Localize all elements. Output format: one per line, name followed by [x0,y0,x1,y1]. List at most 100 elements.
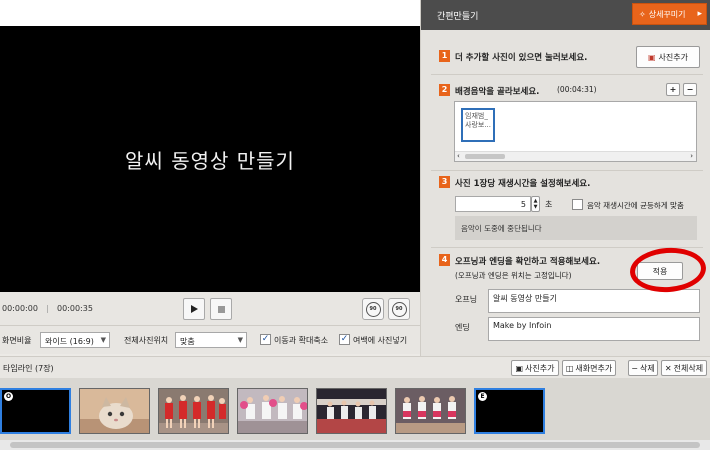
kitten-photo [80,389,149,433]
panel-header: 간편만들기 ✧ 상세꾸미기 ▸ [421,0,710,30]
seconds-unit: 초 [545,200,553,209]
position-select[interactable]: 맞춤 ▼ [175,332,247,348]
cheerleaders-photo [238,389,307,433]
delete-label: 삭제 [639,363,655,373]
aspect-label: 화면비율 [2,336,32,345]
step2-number: 2 [439,84,450,96]
timeline-label: 타임라인 (7장) [3,364,54,373]
seconds-stepper[interactable]: ▲ ▼ [531,196,540,212]
step4-text: 오프닝과 엔딩을 확인하고 적용해보세요. [455,257,601,267]
rotate-right-button[interactable]: 90 [388,298,410,320]
music-list[interactable]: 임재범_사랑보... ‹ › [454,101,697,162]
rotate-left-icon: 90 [365,301,381,317]
playback-bar: 00:00:00 | 00:00:35 90 90 [0,292,420,326]
time-separator: | [46,304,49,313]
music-notice: 음악이 도중에 중단됩니다 [455,216,697,240]
delete-button[interactable]: − 삭제 [628,360,658,376]
timeline-thumb-cheer-court[interactable] [395,388,466,434]
stage-photo [317,389,386,433]
timeline-thumb-ending[interactable]: E [474,388,545,434]
total-time: 00:00:35 [57,304,93,313]
timeline-thumb-cheer-red[interactable] [158,388,229,434]
add-photo-icon: ▣ [647,52,656,62]
opening-input[interactable]: 알씨 동영상 만들기 [488,289,700,313]
step1-add-photo-label: 사진추가 [658,52,688,62]
music-scroll-thumb[interactable] [465,154,505,159]
ending-label: 엔딩 [455,323,470,332]
position-value: 맞춤 [180,337,195,346]
position-label: 전체사진위치 [124,336,169,345]
add-new-screen-label: 새화면추가 [575,363,613,373]
video-preview: 알씨 동영상 만들기 [0,0,420,292]
preview-top-band [0,0,420,26]
add-music-button[interactable]: + [666,83,680,96]
options-row: 화면비율 와이드 (16:9) ▼ 전체사진위치 맞춤 ▼ ✓ 이동과 확대축소… [0,326,420,354]
chevron-right-icon: ▸ [697,9,702,19]
step3-number: 3 [439,176,450,188]
plus-icon: + [669,85,677,94]
timeline-thumb-stage[interactable] [316,388,387,434]
seconds-input[interactable]: 5 [455,196,531,212]
preview-screen: 알씨 동영상 만들기 [0,26,420,292]
add-photo-icon: ▣ [515,363,524,373]
stop-button[interactable] [210,298,232,320]
cheerleaders-photo [159,389,228,433]
step2-text: 배경음악을 골라보세요. [455,87,540,97]
cheerleaders-photo [396,389,465,433]
current-time: 00:00:00 [2,304,38,313]
step4-subtext: (오프닝과 엔딩은 위치는 고정입니다) [455,271,572,280]
play-icon [191,305,198,313]
timeline-scroll-thumb[interactable] [10,442,700,448]
play-button[interactable] [183,298,205,320]
detail-decorate-label: 상세꾸미기 [648,9,686,19]
timeline-thumb-opening[interactable]: O [0,388,71,434]
ending-value: Make by Infoin [493,321,552,330]
timeline-strip: O E [0,378,710,450]
timeline-thumb-kitten[interactable] [79,388,150,434]
timeline-add-photo-button[interactable]: ▣ 사진추가 [511,360,559,376]
rotate-left-button[interactable]: 90 [362,298,384,320]
preview-title: 알씨 동영상 만들기 [125,148,295,173]
margin-checkbox[interactable]: ✓ [339,334,350,345]
timeline-thumb-cheer-white[interactable] [237,388,308,434]
detail-decorate-button[interactable]: ✧ 상세꾸미기 ▸ [632,3,707,25]
timeline-toolbar: 타임라인 (7장) ▣ 사진추가 ◫ 새화면추가 − 삭제 ✕ 전체삭제 [0,356,710,378]
aspect-value: 와이드 (16:9) [45,337,94,346]
move-zoom-label: 이동과 확대축소 [274,336,329,345]
seconds-value: 5 [520,200,526,209]
divider [431,74,703,75]
delete-all-label: 전체삭제 [673,363,704,373]
ending-input[interactable]: Make by Infoin [488,317,700,341]
music-item-label: 임재범_사랑보... [465,112,491,129]
opening-value: 알씨 동영상 만들기 [493,294,557,303]
fit-music-checkbox[interactable] [572,199,583,210]
scroll-left-icon: ‹ [457,152,460,160]
step1-add-photo-button[interactable]: ▣ 사진추가 [636,46,700,68]
opening-label: 오프닝 [455,295,478,304]
aspect-select[interactable]: 와이드 (16:9) ▼ [40,332,110,348]
remove-music-button[interactable]: − [683,83,697,96]
stop-icon [217,305,225,313]
step1-text: 더 추가할 사진이 있으면 눌러보세요. [455,53,588,63]
music-list-scrollbar[interactable]: ‹ › [455,151,696,161]
chevron-down-icon: ▼ [237,336,243,344]
step4-number: 4 [439,254,450,266]
rotate-right-icon: 90 [391,301,407,317]
add-new-screen-button[interactable]: ◫ 새화면추가 [562,360,616,376]
chevron-down-icon: ▼ [100,336,106,344]
minus-icon: − [686,85,694,94]
delete-all-button[interactable]: ✕ 전체삭제 [661,360,707,376]
stepper-arrows-icon: ▲ ▼ [533,198,538,210]
ending-badge: E [478,392,487,401]
timeline-scrollbar[interactable] [0,440,710,450]
panel-title: 간편만들기 [437,12,479,22]
move-zoom-checkbox[interactable]: ✓ [260,334,271,345]
timeline-add-photo-label: 사진추가 [525,363,555,373]
close-icon: ✕ [664,363,672,373]
music-notice-text: 음악이 도중에 중단됩니다 [461,224,542,233]
margin-label: 여백에 사진넣기 [353,336,408,345]
quick-make-panel: 간편만들기 ✧ 상세꾸미기 ▸ 1 더 추가할 사진이 있으면 눌러보세요. ▣… [420,0,710,356]
music-item[interactable]: 임재범_사랑보... [461,108,495,142]
opening-badge: O [4,392,13,401]
fit-music-label: 음악 재생시간에 균등하게 맞춤 [587,201,684,210]
